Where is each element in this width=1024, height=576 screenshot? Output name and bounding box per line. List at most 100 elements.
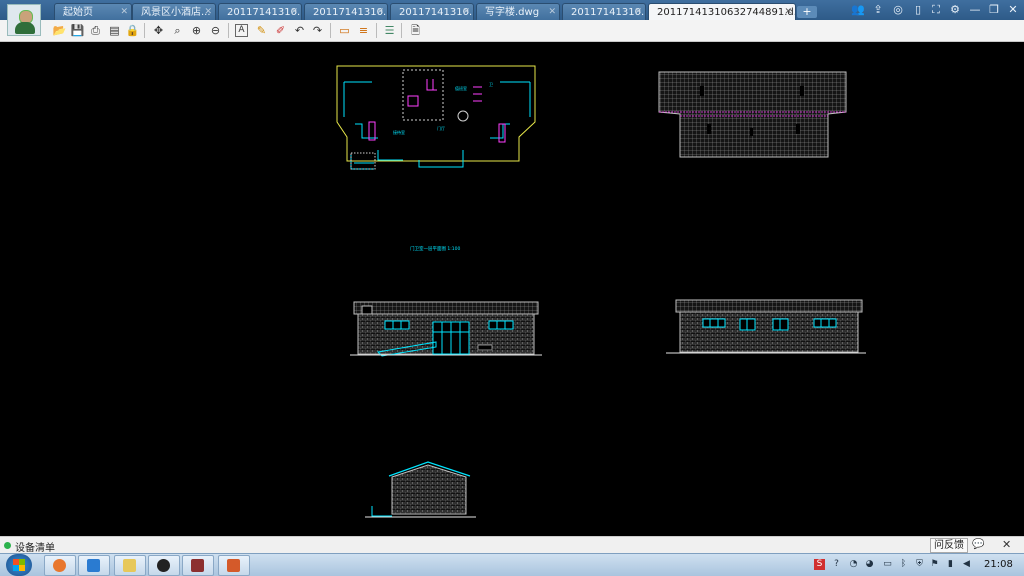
zoom-window-icon[interactable]: ⌕ — [170, 23, 185, 38]
tab-file-3[interactable]: 20117141310... ✕ — [390, 3, 474, 20]
tab-close-icon[interactable]: ✕ — [376, 4, 384, 20]
taskbar-clock[interactable]: 21:08 — [984, 559, 1013, 570]
taskbar-app-cad[interactable] — [218, 555, 250, 576]
signal-icon[interactable]: ▮ — [945, 559, 956, 570]
layers-icon[interactable]: ☰ — [382, 23, 397, 38]
text-icon[interactable]: A — [235, 24, 248, 37]
lock-icon[interactable]: 🔒 — [125, 23, 140, 38]
taskbar-app-explorer[interactable] — [114, 555, 146, 576]
properties-icon[interactable]: 🗎 — [408, 23, 423, 38]
dimension-icon[interactable]: ≡ — [356, 23, 371, 38]
volume-icon[interactable]: ◀ — [961, 559, 972, 570]
svg-text:门厅: 门厅 — [437, 125, 445, 131]
tab-label: 起始页 — [63, 7, 93, 18]
tab-file-4[interactable]: 20117141310... ✕ — [562, 3, 646, 20]
floor-plan: 接待室 门厅 值班室 卫 — [336, 65, 536, 170]
measure-icon[interactable]: ▭ — [337, 23, 352, 38]
tab-hotel[interactable]: 风景区小酒店... ✕ — [132, 3, 216, 20]
tab-file-1[interactable]: 20117141310... ✕ — [218, 3, 302, 20]
open-icon[interactable]: 📂 — [52, 23, 67, 38]
toolbar: 📂 💾 ⎙ ▤ 🔒 ✥ ⌕ ⊕ ⊖ A ✎ ✐ ↶ ↷ ▭ ≡ ☰ 🗎 — [0, 20, 1024, 42]
statusbar-close-button[interactable]: ✕ — [1002, 538, 1011, 551]
help-icon[interactable]: ? — [831, 559, 842, 570]
status-bar: 设备清单 问反馈 💬 ✕ — [0, 536, 1024, 554]
bluetooth-icon[interactable]: ᛒ — [898, 559, 909, 570]
tab-bar: 起始页 ✕ 风景区小酒店... ✕ 20117141310... ✕ 20117141… — [0, 0, 1024, 36]
monitor-icon[interactable]: ▭ — [882, 559, 893, 570]
folder-icon — [123, 559, 136, 572]
tab-label: 写字楼.dwg — [485, 7, 540, 18]
taskbar-app-firefox[interactable] — [44, 555, 76, 576]
firefox-icon — [53, 559, 66, 572]
taskbar-app-books[interactable] — [182, 555, 214, 576]
toolbar-separator — [401, 23, 402, 38]
cad-viewer-icon — [227, 559, 240, 572]
taskbar-app-qq[interactable] — [148, 555, 180, 576]
undo-icon[interactable]: ↶ — [292, 23, 307, 38]
tab-close-icon[interactable]: ✕ — [204, 4, 212, 20]
toolbar-separator — [330, 23, 331, 38]
cad-drawing[interactable]: 接待室 门厅 值班室 卫 门卫室一层平面图 1:100 — [0, 42, 1024, 535]
network-app-icon[interactable]: ◔ — [848, 559, 859, 570]
share-icon[interactable]: ⇪ — [871, 3, 885, 17]
feedback-button[interactable]: 问反馈 — [930, 538, 968, 553]
restore-icon[interactable]: ❐ — [987, 3, 1001, 17]
tab-label: 风景区小酒店... — [141, 7, 211, 18]
books-icon — [191, 559, 204, 572]
device-list-label[interactable]: 设备清单 — [15, 539, 55, 554]
tab-close-icon[interactable]: ✕ — [462, 4, 470, 20]
toolbar-separator — [376, 23, 377, 38]
pdf-icon[interactable]: ▤ — [107, 23, 122, 38]
close-icon[interactable]: ✕ — [1006, 3, 1020, 17]
drawing-canvas[interactable]: 接待室 门厅 值班室 卫 门卫室一层平面图 1:100 — [0, 42, 1024, 535]
fullscreen-icon[interactable]: ⛶ — [929, 3, 943, 17]
qq-tray-icon[interactable]: ◕ — [864, 559, 875, 570]
pencil-icon[interactable]: ✎ — [254, 23, 269, 38]
start-button[interactable] — [6, 554, 32, 576]
redo-icon[interactable]: ↷ — [310, 23, 325, 38]
save-icon[interactable]: 💾 — [70, 23, 85, 38]
svg-text:值班室: 值班室 — [455, 85, 467, 91]
tab-active-file[interactable]: 20117141310632744891.d... ✕ — [648, 3, 796, 21]
people-icon[interactable]: 👥 — [851, 3, 865, 17]
zoom-in-icon[interactable]: ⊕ — [189, 23, 204, 38]
zoom-out-icon[interactable]: ⊖ — [208, 23, 223, 38]
wechat-icon[interactable]: ◎ — [891, 3, 905, 17]
sogou-icon[interactable]: S — [814, 559, 825, 570]
tab-close-icon[interactable]: ✕ — [120, 4, 128, 20]
svg-text:卫: 卫 — [489, 82, 493, 87]
settings-icon[interactable]: ⚙ — [948, 3, 962, 17]
plan-title-label: 门卫室一层平面图 1:100 — [410, 245, 461, 252]
tab-label: 20117141310632744891.d... — [657, 7, 796, 18]
toolbar-separator — [228, 23, 229, 38]
roof-plan — [658, 71, 847, 158]
tab-close-icon[interactable]: ✕ — [290, 4, 298, 20]
tab-close-icon[interactable]: ✕ — [634, 4, 642, 20]
minimize-icon[interactable]: — — [968, 3, 982, 17]
markup-icon[interactable]: ✐ — [273, 23, 288, 38]
tab-close-icon[interactable]: ✕ — [784, 4, 792, 21]
new-tab-button[interactable]: + — [797, 6, 817, 18]
tab-close-icon[interactable]: ✕ — [548, 4, 556, 20]
shield-icon[interactable]: ⛨ — [914, 559, 925, 570]
status-indicator-icon — [4, 542, 11, 549]
taskbar: S ? ◔ ◕ ▭ ᛒ ⛨ ⚑ ▮ ◀ 21:08 — [0, 553, 1024, 576]
taskbar-app-browser[interactable] — [78, 555, 110, 576]
mobile-icon[interactable]: ▯ — [911, 3, 925, 17]
side-elevation — [365, 461, 476, 518]
toolbar-separator — [144, 23, 145, 38]
print-icon[interactable]: ⎙ — [88, 23, 103, 38]
chat-icon[interactable]: 💬 — [972, 539, 984, 550]
svg-text:接待室: 接待室 — [393, 129, 405, 135]
user-avatar[interactable] — [7, 4, 41, 36]
qq-icon — [157, 559, 170, 572]
tab-file-2[interactable]: 20117141310... ✕ — [304, 3, 388, 20]
rear-elevation — [666, 299, 866, 354]
browser-icon — [87, 559, 100, 572]
tab-start-page[interactable]: 起始页 ✕ — [54, 3, 132, 20]
windows-logo-icon — [19, 565, 25, 571]
flag-icon[interactable]: ⚑ — [929, 559, 940, 570]
tab-office-dwg[interactable]: 写字楼.dwg ✕ — [476, 3, 560, 20]
front-elevation — [350, 301, 542, 357]
pan-icon[interactable]: ✥ — [151, 23, 166, 38]
